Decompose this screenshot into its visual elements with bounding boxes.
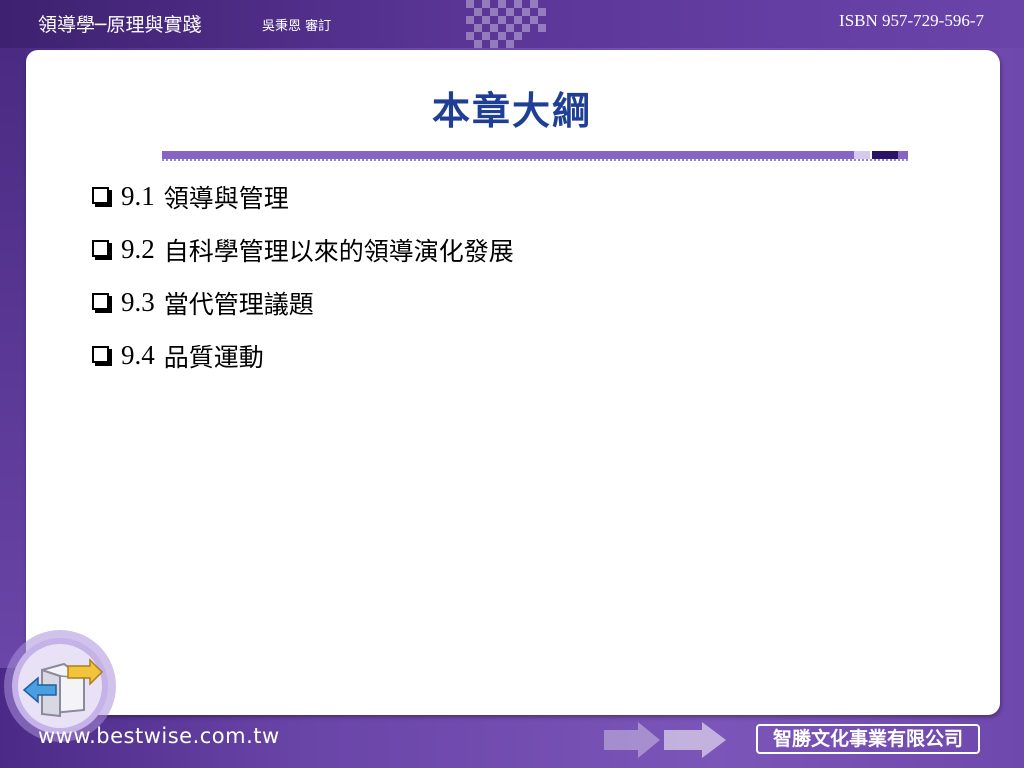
- chapter-outline: 9.1 領導與管理 9.2 自科學管理以來的領導演化發展 9.3 當代管理議題 …: [92, 170, 514, 382]
- checkbox-icon: [92, 240, 109, 257]
- outline-item-number: 9.3: [121, 287, 155, 317]
- book-title: 領導學─原理與實踐: [38, 14, 202, 36]
- outline-item-text: 當代管理議題: [163, 289, 314, 319]
- footer-website: www.bestwise.com.tw: [38, 724, 280, 748]
- checkbox-icon: [92, 187, 109, 204]
- reviewer-credit: 吳秉恩 審訂: [262, 19, 332, 34]
- title-divider: [162, 151, 908, 163]
- divider-bar: [162, 151, 854, 159]
- isbn-label: ISBN 957-729-596-7: [839, 11, 984, 30]
- outline-item: 9.4 品質運動: [92, 329, 514, 382]
- outline-item: 9.1 領導與管理: [92, 170, 514, 223]
- outline-item-number: 9.4: [121, 340, 155, 370]
- publisher-badge: 智勝文化事業有限公司: [756, 724, 980, 754]
- checkbox-icon: [92, 346, 109, 363]
- outline-item: 9.3 當代管理議題: [92, 276, 514, 329]
- outline-item-number: 9.2: [121, 234, 155, 264]
- divider-dots: [162, 159, 908, 162]
- content-panel: [26, 50, 1000, 715]
- checker-pattern: [466, 0, 546, 48]
- double-arrow-right-icon: [604, 722, 726, 758]
- checkbox-icon: [92, 293, 109, 310]
- divider-end-block: [898, 151, 908, 159]
- divider-light-block: [854, 151, 870, 159]
- slide-title: 本章大綱: [431, 89, 592, 133]
- left-strip: [0, 48, 26, 668]
- outline-item-number: 9.1: [121, 181, 155, 211]
- divider-dark-block: [872, 151, 898, 159]
- outline-item: 9.2 自科學管理以來的領導演化發展: [92, 223, 514, 276]
- outline-item-text: 自科學管理以來的領導演化發展: [163, 236, 514, 266]
- outline-item-text: 品質運動: [163, 342, 264, 372]
- outline-item-text: 領導與管理: [163, 183, 289, 213]
